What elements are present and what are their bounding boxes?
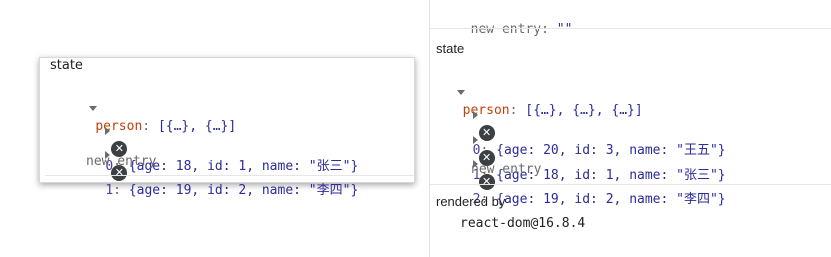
new-entry-input[interactable]: new entry xyxy=(86,153,156,171)
item-index: 1 xyxy=(105,183,114,198)
new-entry-input[interactable]: new entry xyxy=(471,161,541,179)
state-header: state xyxy=(50,58,83,73)
rendered-by-header: rendered by xyxy=(436,194,506,209)
state-popup: state person: [{…}, {…}] ✕ 0: {age: 18, … xyxy=(39,57,415,198)
state-header: state xyxy=(436,41,465,56)
divider xyxy=(45,175,414,176)
top-new-entry-label: new entry: xyxy=(470,22,549,37)
item-value: {age: 19, id: 2, name: "李四"} xyxy=(496,192,726,207)
list-item[interactable]: ✕ 1: {age: 19, id: 2, name: "李四"} xyxy=(74,128,358,218)
top-new-entry-value[interactable]: "" xyxy=(557,22,573,37)
top-new-entry-row[interactable]: new entry: "" xyxy=(455,3,573,39)
item-value: {age: 19, id: 2, name: "李四"} xyxy=(128,183,359,198)
divider xyxy=(430,28,831,29)
renderer-link[interactable]: react-dom@16.8.4 xyxy=(460,215,585,233)
divider xyxy=(430,184,831,185)
